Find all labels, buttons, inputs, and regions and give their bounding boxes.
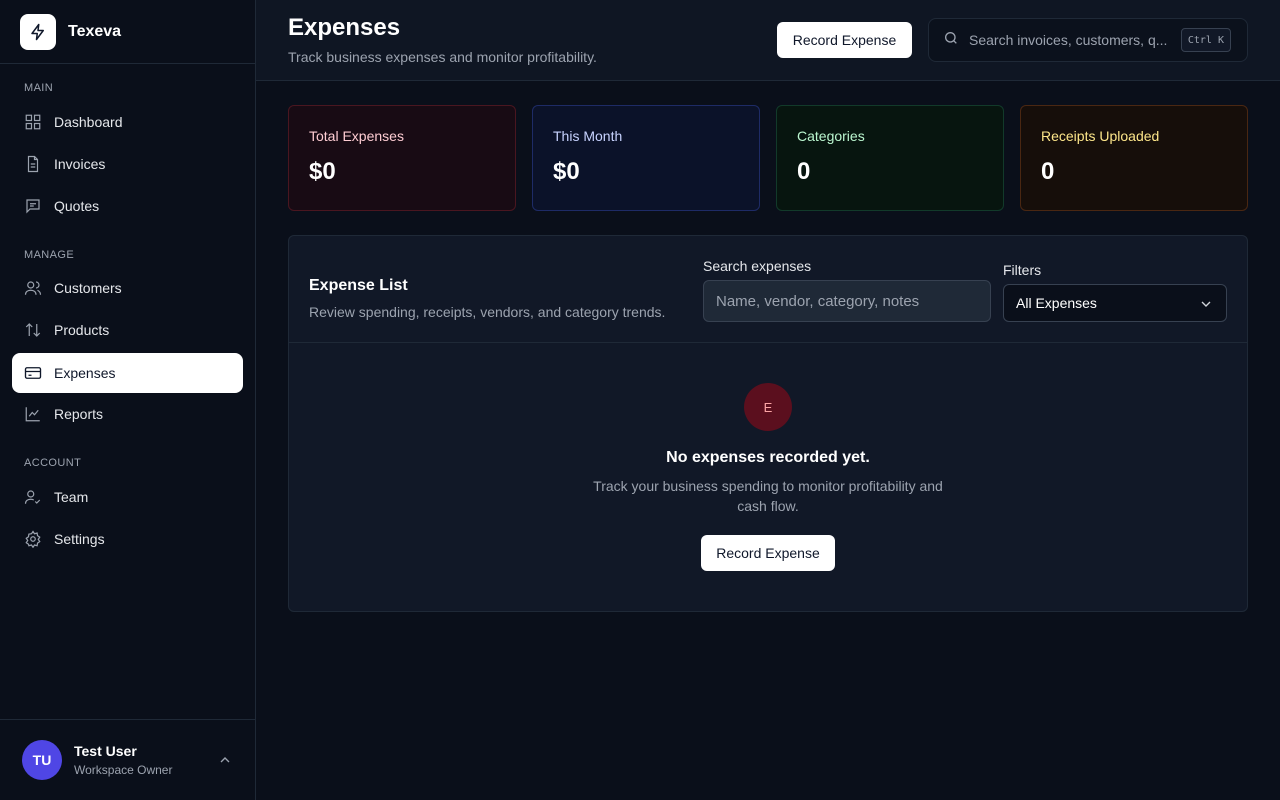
search-expenses-input[interactable] (703, 280, 991, 322)
empty-state-title: No expenses recorded yet. (666, 449, 870, 466)
stat-card-this-month: This Month $0 (532, 105, 760, 211)
stat-value: 0 (1041, 158, 1055, 185)
chevron-up-icon[interactable] (217, 752, 233, 768)
empty-state-icon: E (744, 383, 792, 431)
section-label-main: MAIN (24, 82, 54, 94)
section-label-manage: MANAGE (24, 249, 75, 261)
sidebar-item-label: Invoices (54, 156, 106, 172)
credit-card-icon (24, 364, 42, 382)
user-check-icon (24, 488, 42, 506)
sidebar-item-label: Products (54, 322, 110, 338)
sidebar-item-label: Dashboard (54, 114, 123, 130)
sidebar-item-label: Reports (54, 406, 104, 422)
sidebar-item-invoices[interactable]: Invoices (12, 144, 243, 184)
page-subtitle: Track business expenses and monitor prof… (288, 49, 597, 65)
line-chart-icon (24, 405, 42, 423)
user-name: Test User (74, 743, 137, 759)
grid-icon (24, 113, 42, 131)
expense-list-header: Expense List Review spending, receipts, … (289, 236, 1247, 343)
gear-icon (24, 530, 42, 548)
stat-label: This Month (553, 128, 623, 144)
expense-list-title: Expense List (309, 277, 408, 294)
file-icon (24, 155, 42, 173)
lightning-logo-icon[interactable] (20, 13, 56, 50)
filters-label: Filters (1003, 262, 1042, 278)
user-meta: Test User Workspace Owner (74, 743, 172, 777)
page-header: Expenses Track business expenses and mon… (256, 0, 1280, 81)
sidebar-item-team[interactable]: Team (12, 477, 243, 517)
filter-selected-value: All Expenses (1016, 295, 1097, 311)
stat-value: 0 (797, 158, 811, 185)
sidebar-item-label: Customers (54, 280, 122, 296)
user-role: Workspace Owner (74, 763, 173, 777)
stat-card-categories: Categories 0 (776, 105, 1004, 211)
avatar: TU (22, 740, 62, 780)
sidebar-item-label: Expenses (54, 365, 116, 381)
stat-label: Categories (797, 128, 865, 144)
sidebar-item-dashboard[interactable]: Dashboard (12, 102, 243, 142)
sidebar-item-settings[interactable]: Settings (12, 519, 243, 559)
empty-state-description: Track your business spending to monitor … (593, 478, 943, 514)
record-expense-button[interactable]: Record Expense (777, 22, 912, 58)
stat-label: Total Expenses (309, 128, 404, 144)
page-title: Expenses (288, 14, 401, 41)
global-search-input[interactable] (969, 32, 1169, 48)
stat-value: $0 (553, 158, 580, 185)
sidebar-item-expenses[interactable]: Expenses (12, 353, 243, 393)
stat-value: $0 (309, 158, 336, 185)
stat-label: Receipts Uploaded (1041, 128, 1160, 144)
message-square-icon (24, 197, 42, 215)
search-icon (943, 30, 959, 51)
stat-card-receipts-uploaded: Receipts Uploaded 0 (1020, 105, 1248, 211)
brand: Texeva (0, 0, 255, 64)
section-label-account: ACCOUNT (24, 457, 82, 469)
sidebar-item-label: Quotes (54, 198, 100, 214)
arrows-up-down-icon (24, 321, 42, 339)
sidebar-item-products[interactable]: Products (12, 310, 243, 350)
sidebar: Texeva MAIN Dashboard Invoices Quotes MA… (0, 0, 256, 800)
sidebar-item-label: Settings (54, 531, 105, 547)
expense-list-panel: Expense List Review spending, receipts, … (288, 235, 1248, 612)
stat-card-total-expenses: Total Expenses $0 (288, 105, 516, 211)
sidebar-item-customers[interactable]: Customers (12, 268, 243, 308)
empty-record-expense-button[interactable]: Record Expense (701, 535, 835, 571)
chevron-down-icon (1198, 296, 1214, 312)
sidebar-item-quotes[interactable]: Quotes (12, 186, 243, 226)
keyboard-shortcut-hint: Ctrl K (1180, 28, 1231, 52)
users-icon (24, 279, 42, 297)
search-expenses-label: Search expenses (703, 258, 812, 274)
expense-list-description: Review spending, receipts, vendors, and … (309, 304, 666, 320)
sidebar-item-label: Team (54, 489, 89, 505)
user-menu[interactable]: TU Test User Workspace Owner (0, 719, 255, 800)
global-search[interactable]: Ctrl K (928, 18, 1248, 62)
sidebar-item-reports[interactable]: Reports (12, 394, 243, 434)
app-name: Texeva (68, 22, 122, 40)
filter-select[interactable]: All Expenses (1003, 284, 1227, 322)
